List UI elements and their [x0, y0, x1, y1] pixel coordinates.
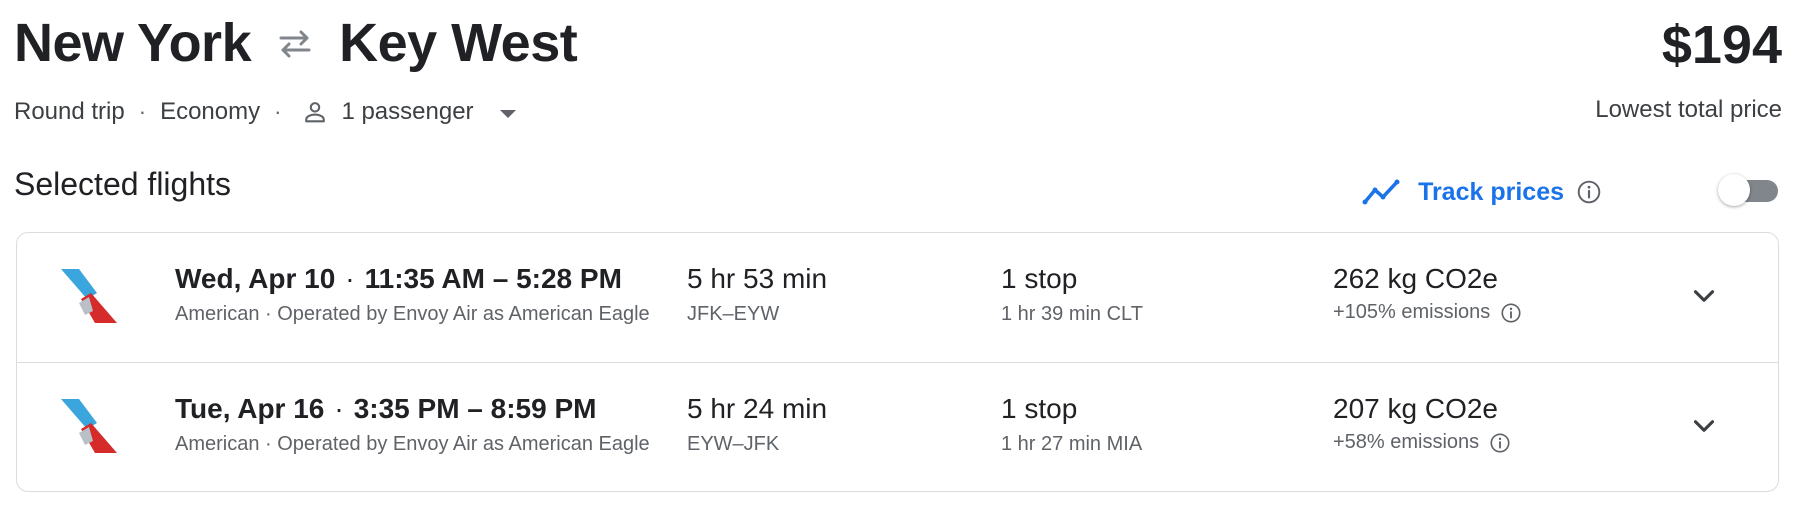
section-title: Selected flights [14, 166, 232, 202]
track-prices-button[interactable]: Track prices [1362, 172, 1602, 212]
trip-options: Round trip · Economy · 1 passenger [14, 92, 516, 132]
co2-amount: 262 kg CO2e [1333, 263, 1498, 294]
flight-stops: 1 stop [1001, 263, 1078, 294]
flight-times: Tue, Apr 16 · 3:35 PM – 8:59 PM [175, 393, 596, 425]
origin-city: New York [14, 13, 252, 73]
trip-type[interactable]: Round trip [14, 98, 125, 126]
flight-stops: 1 stop [1001, 393, 1078, 424]
flight-airports: EYW–JFK [687, 433, 780, 455]
emissions-label: +58% emissions [1333, 431, 1480, 453]
destination-city: Key West [339, 13, 578, 73]
trending-line-icon [1362, 179, 1400, 205]
track-prices-label: Track prices [1418, 177, 1564, 206]
lowest-price: $194 [1661, 15, 1782, 75]
separator-dot: · [138, 99, 147, 124]
layover-info: 1 hr 39 min CLT [1001, 303, 1143, 325]
cabin-class[interactable]: Economy [160, 98, 260, 126]
layover-info: 1 hr 27 min MIA [1001, 433, 1143, 455]
american-airlines-logo [61, 269, 117, 323]
flight-time-range: 3:35 PM – 8:59 PM [353, 393, 597, 424]
lowest-price-label: Lowest total price [1595, 96, 1782, 123]
flight-row-outbound[interactable]: Wed, Apr 10 · 11:35 AM – 5:28 PM American … [17, 233, 1778, 362]
flight-duration: 5 hr 53 min [687, 263, 828, 294]
info-icon[interactable] [1489, 432, 1511, 454]
co2-amount: 207 kg CO2e [1333, 393, 1498, 424]
swap-arrows-icon [273, 21, 317, 65]
chevron-down-icon[interactable] [1687, 279, 1721, 313]
separator-dot: · [334, 393, 344, 424]
selected-flights-card: Wed, Apr 10 · 11:35 AM – 5:28 PM American … [16, 232, 1779, 492]
airline-name: American · Operated by Envoy Air as Amer… [175, 303, 650, 325]
american-airlines-logo [61, 399, 117, 453]
flight-duration: 5 hr 24 min [687, 393, 828, 424]
toggle-knob [1718, 174, 1750, 206]
route-title: New York Key West [14, 8, 578, 78]
emissions-info: +105% emissions [1333, 301, 1522, 324]
separator-dot: · [274, 99, 282, 124]
info-icon[interactable] [1576, 179, 1602, 205]
flight-times: Wed, Apr 10 · 11:35 AM – 5:28 PM [175, 263, 622, 295]
flight-time-range: 11:35 AM – 5:28 PM [364, 263, 622, 294]
flight-date: Tue, Apr 16 [175, 393, 325, 424]
airline-name: American · Operated by Envoy Air as Amer… [175, 433, 650, 455]
person-icon [301, 98, 329, 126]
info-icon[interactable] [1500, 302, 1522, 324]
emissions-info: +58% emissions [1333, 431, 1511, 454]
flight-date: Wed, Apr 10 [175, 263, 336, 294]
emissions-label: +105% emissions [1333, 301, 1491, 323]
chevron-down-icon[interactable] [499, 110, 516, 118]
chevron-down-icon[interactable] [1687, 409, 1721, 443]
passenger-count[interactable]: 1 passenger [341, 98, 473, 126]
flight-row-return[interactable]: Tue, Apr 16 · 3:35 PM – 8:59 PM American ·… [17, 362, 1778, 492]
track-prices-toggle[interactable] [1718, 173, 1780, 206]
flight-airports: JFK–EYW [687, 303, 780, 325]
separator-dot: · [345, 263, 355, 294]
